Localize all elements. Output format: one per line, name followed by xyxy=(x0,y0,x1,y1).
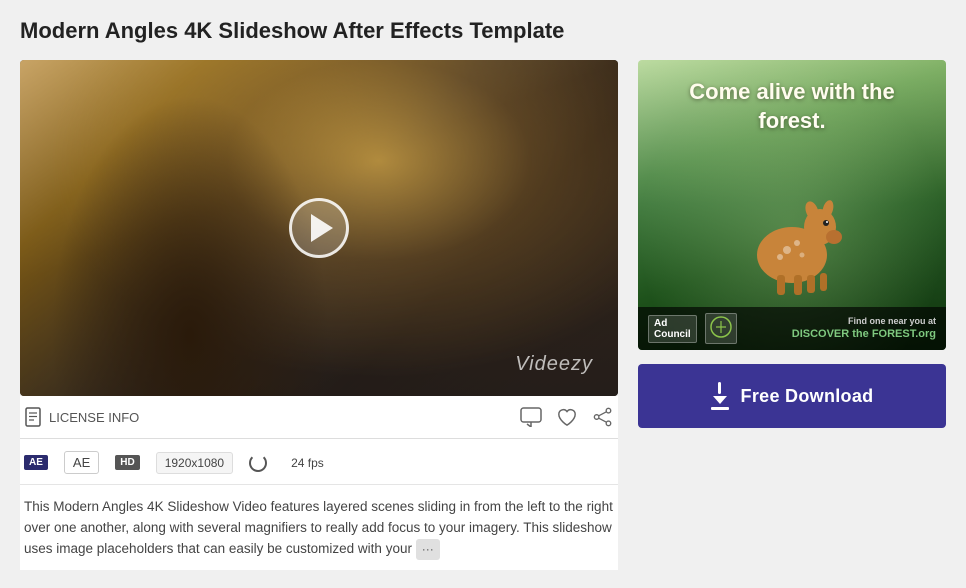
left-column: Videezy LICENSE INFO xyxy=(20,60,618,570)
like-button[interactable] xyxy=(556,406,578,428)
usfs-logo xyxy=(705,313,737,344)
description-text: This Modern Angles 4K Slideshow Video fe… xyxy=(24,499,613,556)
toolbar-actions xyxy=(520,406,614,428)
fps-label: 24 fps xyxy=(283,453,332,473)
meta-bar: AE AE HD 1920x1080 24 fps xyxy=(20,439,618,485)
share-button[interactable] xyxy=(592,406,614,428)
ad-council-logo: AdCouncil xyxy=(648,315,697,343)
resolution: 1920x1080 xyxy=(156,452,233,474)
heart-icon xyxy=(556,407,578,427)
page-wrapper: Modern Angles 4K Slideshow After Effects… xyxy=(0,0,966,588)
hd-badge: HD xyxy=(115,455,139,470)
main-layout: Videezy LICENSE INFO xyxy=(20,60,946,570)
ad-logos: AdCouncil xyxy=(648,313,737,344)
free-download-button[interactable]: Free Download xyxy=(638,364,946,428)
license-label: LICENSE INFO xyxy=(49,410,139,425)
download-icon xyxy=(711,382,729,410)
play-button[interactable] xyxy=(289,198,349,258)
fps-icon xyxy=(249,454,267,472)
license-icon xyxy=(24,407,42,427)
watermark: Videezy xyxy=(515,353,593,376)
license-info-button[interactable]: LICENSE INFO xyxy=(24,407,139,427)
ae-badge: AE xyxy=(24,455,48,470)
description-area: This Modern Angles 4K Slideshow Video fe… xyxy=(20,485,618,570)
comment-button[interactable] xyxy=(520,406,542,428)
ad-headline: Come alive with the forest. xyxy=(638,78,946,135)
video-player[interactable]: Videezy xyxy=(20,60,618,396)
download-label: Free Download xyxy=(741,386,874,407)
comment-icon xyxy=(520,407,542,427)
discover-main: DISCOVER the FOREST.org xyxy=(792,327,936,341)
video-toolbar: LICENSE INFO xyxy=(20,396,618,439)
right-column: Come alive with the forest. xyxy=(638,60,946,428)
deer-illustration xyxy=(722,175,862,295)
ad-banner: Come alive with the forest. xyxy=(638,60,946,350)
discover-pre: Find one near you at xyxy=(792,316,936,328)
page-title: Modern Angles 4K Slideshow After Effects… xyxy=(20,18,946,44)
share-icon xyxy=(592,407,614,427)
ad-discover-text: Find one near you at DISCOVER the FOREST… xyxy=(792,316,936,342)
play-icon xyxy=(311,214,333,242)
ae-label: AE xyxy=(64,451,99,474)
ad-footer: AdCouncil Find one near you at DISCOVER … xyxy=(638,307,946,350)
read-more-button[interactable]: ··· xyxy=(416,539,440,560)
usfs-icon xyxy=(710,316,732,338)
